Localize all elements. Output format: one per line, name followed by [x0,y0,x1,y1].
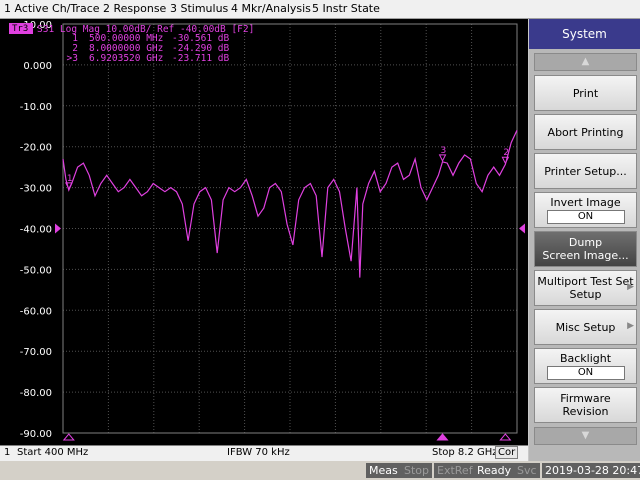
y-tick-label: 0.000 [23,61,52,72]
marker-position-indicator-icon [62,433,75,441]
menu-response[interactable]: 2 Response [103,2,166,15]
trace-display[interactable]: 10.00 0.000 -10.00 -20.00 -30.00 -40.00 -50.00… [0,19,528,445]
status-svc: Svc [514,463,540,478]
grid [62,23,518,434]
menu-mkr-analysis[interactable]: 4 Mkr/Analysis [231,2,311,15]
status-stop: Stop [401,463,433,478]
start-frequency[interactable]: Start 400 MHz [17,447,88,458]
y-tick-label: -50.00 [20,265,52,276]
status-meas: Meas [366,463,401,478]
backlight-value: ON [546,366,625,380]
trace-badge: Tr3 [12,24,28,34]
marker-readout-id: >3 [67,53,78,64]
y-tick-label: -10.00 [20,102,52,113]
backlight-toggle[interactable]: Backlight ON [534,348,637,384]
channel-bar: 1 Start 400 MHz IFBW 70 kHz Stop 8.2 GHz… [0,445,528,461]
marker-label: 2 [503,148,509,158]
firmware-revision-button[interactable]: Firmware Revision [534,387,637,423]
y-tick-label: -70.00 [20,347,52,358]
ref-level-right-arrow-icon [519,223,525,234]
status-bar: Meas Stop ExtRef Ready Svc 2019-03-28 20… [0,461,640,480]
marker-label: 1 [67,174,73,184]
y-tick-label: -90.00 [20,429,52,440]
dump-screen-image-button[interactable]: Dump Screen Image... [534,231,637,267]
invert-image-value: ON [546,210,625,224]
status-extref: ExtRef [434,463,476,478]
stop-frequency[interactable]: Stop 8.2 GHz [432,447,498,458]
marker-readout: 1 500.00000 MHz -30.561 dB2 8.0000000 GHz -2… [67,33,230,64]
ifbw-value[interactable]: IFBW 70 kHz [227,447,290,458]
submenu-arrow-icon: ▶ [627,282,634,292]
status-ready: Ready [474,463,515,478]
submenu-arrow-icon: ▶ [627,321,634,331]
trace-chart: 10.000.000-10.00-20.00-30.00-40.00-50.00… [9,20,525,441]
softkey-menu-title: System [529,19,640,49]
y-axis-labels: 10.000.000-10.00-20.00-30.00-40.00-50.00… [20,20,52,440]
marker-readout-freq: 6.9203520 GHz [89,53,163,64]
ref-level-left-arrow-icon [55,223,61,234]
print-button[interactable]: Print [534,75,637,111]
status-datetime: 2019-03-28 20:47 [542,463,640,478]
misc-setup-button[interactable]: Misc Setup ▶ [534,309,637,345]
y-tick-label: -40.00 [20,225,52,236]
multiport-test-set-setup-button[interactable]: Multiport Test Set Setup ▶ [534,270,637,306]
abort-printing-button[interactable]: Abort Printing [534,114,637,150]
invert-image-toggle[interactable]: Invert Image ON [534,192,637,228]
softkey-panel: System ▲ Print Abort Printing Printer Se… [529,19,640,461]
printer-setup-button[interactable]: Printer Setup... [534,153,637,189]
channel-number: 1 [4,447,11,458]
marker-readout-value: -23.711 dB [172,53,229,64]
y-tick-label: -80.00 [20,388,52,399]
menu-bar: 1 Active Ch/Trace 2 Response 3 Stimulus … [0,0,640,19]
menu-instr-state[interactable]: 5 Instr State [312,2,380,15]
marker-position-indicator-icon [436,433,449,441]
menu-stimulus[interactable]: 3 Stimulus [170,2,228,15]
marker-label: 3 [441,146,447,156]
marker-position-indicator-icon [499,433,512,441]
menu-active-ch-trace[interactable]: 1 Active Ch/Trace [4,2,100,15]
y-tick-label: -30.00 [20,184,52,195]
scroll-up-button[interactable]: ▲ [534,53,637,71]
y-tick-label: -60.00 [20,306,52,317]
correction-badge: Cor [495,446,519,459]
scroll-down-button[interactable]: ▼ [534,427,637,445]
y-tick-label: -20.00 [20,143,52,154]
